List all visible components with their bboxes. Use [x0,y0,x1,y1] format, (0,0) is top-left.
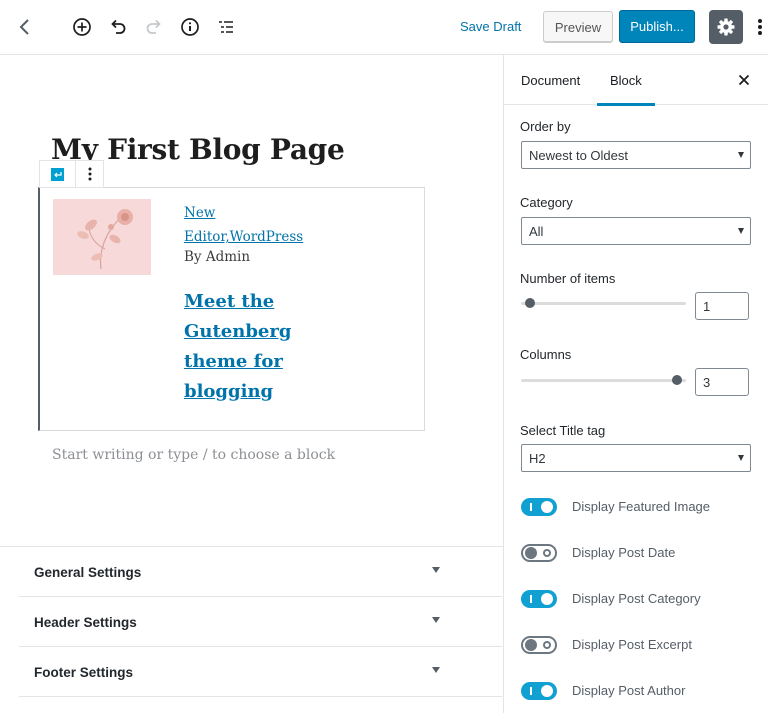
block-more-options-button[interactable] [76,161,103,187]
outline-button[interactable] [210,11,242,43]
meta-box-label: Footer Settings [34,665,134,680]
redo-icon [146,19,161,34]
caret-down-icon [432,667,440,673]
toggle-off-indicator [543,549,551,557]
meta-box-general-settings[interactable]: General Settings [19,547,502,597]
slider-thumb[interactable] [672,375,682,385]
columns-slider[interactable] [521,375,686,385]
toggle-label: Display Featured Image [572,499,711,514]
gear-icon [717,18,735,36]
toggle-knob [541,593,553,605]
category-link-editor-wordpress[interactable]: Editor,WordPress [184,229,303,245]
toggle-on-indicator [530,687,532,695]
latest-posts-block[interactable]: New Editor,WordPress By Admin Meet the G… [38,187,425,431]
more-vertical-icon [758,19,762,35]
toggle-knob [541,501,553,513]
settings-button[interactable] [709,10,743,44]
title-tag-select[interactable]: H2 [521,444,751,472]
category-select[interactable]: All [521,217,751,245]
meta-box-label: Header Settings [34,615,137,630]
title-tag-label: Select Title tag [520,423,606,438]
meta-boxes: General Settings Header Settings Footer … [0,546,503,697]
caret-down-icon [738,228,744,234]
toggle-knob [541,685,553,697]
toggle-off-indicator [543,641,551,649]
save-draft-button[interactable]: Save Draft [460,19,521,34]
toggle-on-indicator [530,595,532,603]
block-type-icon [51,167,64,181]
caret-down-icon [432,617,440,623]
title-tag-value: H2 [529,450,546,466]
list-outline-icon [219,21,233,33]
tab-block[interactable]: Block [597,55,655,106]
flower-image [53,199,151,275]
chevron-left-icon [19,19,29,35]
toggle-switch[interactable] [521,498,557,516]
editor-canvas: My First Blog Page New Editor,WordPress … [0,55,503,713]
toggle-label: Display Post Date [572,545,676,560]
slider-thumb[interactable] [525,298,535,308]
toggle-label: Display Post Author [572,683,686,698]
caret-down-icon [738,455,744,461]
info-button[interactable] [174,11,206,43]
toggle-on-indicator [530,503,532,511]
post-categories: New Editor,WordPress [184,201,384,249]
toggle-switch[interactable] [521,636,557,654]
toggle-switch[interactable] [521,682,557,700]
toggle-knob [525,547,537,559]
order-by-select[interactable]: Newest to Oldest [521,141,751,169]
close-sidebar-button[interactable] [734,70,754,90]
category-value: All [529,223,544,239]
toggle-knob [525,639,537,651]
block-toolbar [39,160,104,188]
number-of-items-label: Number of items [520,271,616,286]
number-of-items-input[interactable]: 1 [695,292,749,320]
number-of-items-slider[interactable] [521,298,686,308]
caret-down-icon [738,152,744,158]
more-vertical-icon [88,167,91,181]
order-by-value: Newest to Oldest [529,147,628,163]
undo-icon [111,19,126,34]
toggle-label: Display Post Category [572,591,701,606]
meta-box-label: General Settings [34,565,142,580]
order-by-label: Order by [520,119,571,134]
close-icon [738,74,750,86]
plus-circle-icon [73,18,91,36]
category-label: Category [520,195,573,210]
toggle-label: Display Post Excerpt [572,637,692,652]
post-title-link[interactable]: Meet the Gutenberg theme for blogging [184,287,324,407]
back-button[interactable] [9,11,41,43]
default-block-appender[interactable]: Start writing or type / to choose a bloc… [52,447,335,463]
post-author: By Admin [184,249,251,265]
info-icon [181,18,199,36]
meta-box-footer-settings[interactable]: Footer Settings [19,647,502,697]
sidebar-tabs: Document Block [504,55,768,106]
columns-input[interactable]: 3 [695,368,749,396]
category-link-new[interactable]: New [184,205,215,221]
columns-label: Columns [520,347,572,362]
more-tools-button[interactable] [752,11,768,43]
return-arrow-icon [54,171,62,177]
publish-button[interactable]: Publish... [619,10,695,43]
featured-image [53,199,151,275]
toggle-switch[interactable] [521,590,557,608]
block-switcher-button[interactable] [40,161,76,187]
tab-document[interactable]: Document [521,55,580,105]
caret-down-icon [432,567,440,573]
toggle-switch[interactable] [521,544,557,562]
redo-button[interactable] [138,11,170,43]
settings-sidebar: Document Block Order by Newest to Oldest… [503,55,768,713]
add-block-button[interactable] [66,11,98,43]
meta-box-header-settings[interactable]: Header Settings [19,597,502,647]
undo-button[interactable] [102,11,134,43]
preview-button[interactable]: Preview [543,11,613,43]
editor-header: Save Draft Preview Publish... [0,0,768,55]
